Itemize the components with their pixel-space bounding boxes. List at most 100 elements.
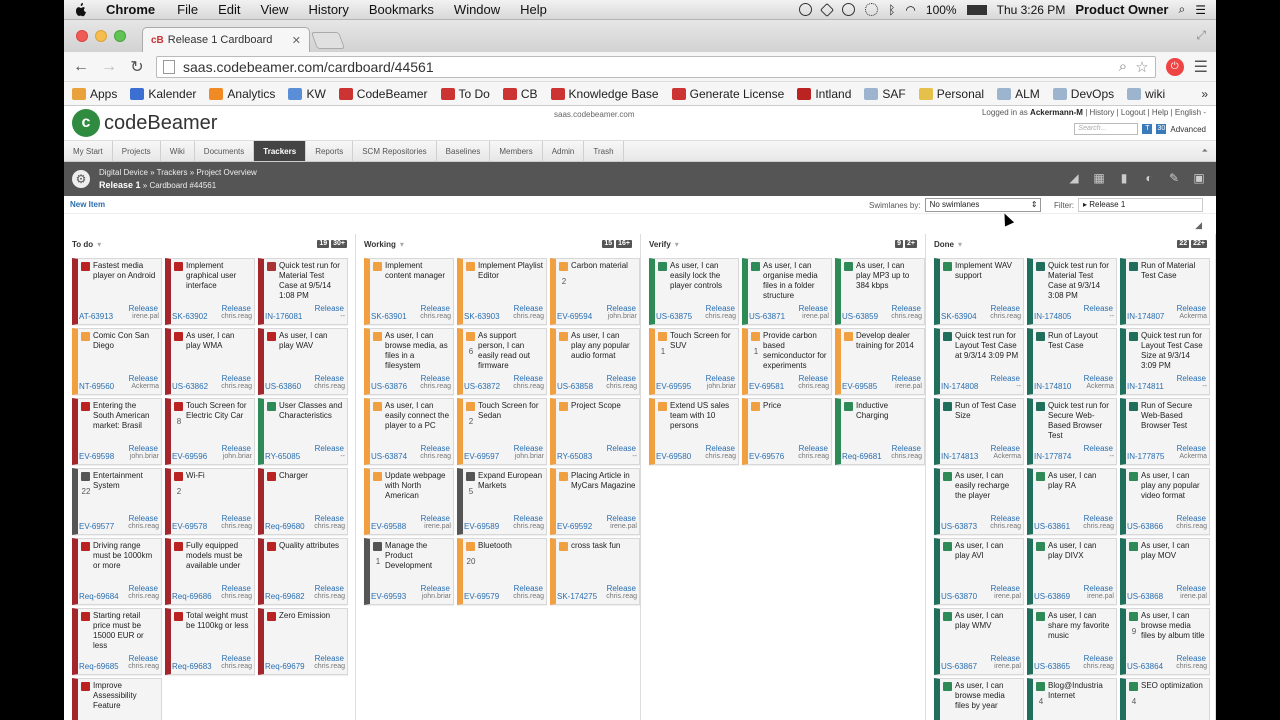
card-title[interactable]: Run of Test Case Size — [955, 401, 1020, 443]
nav-trackers[interactable]: Trackers — [254, 141, 307, 161]
card-owner[interactable]: chris.reag — [119, 592, 159, 602]
card[interactable]: · · · As user, I can play WMV US-63867 Releas… — [934, 608, 1024, 675]
card-owner[interactable]: chris.reag — [212, 382, 252, 392]
card-owner[interactable]: -- — [305, 312, 345, 322]
card[interactable]: · · · Price EV-69576 Release chris.reag — [742, 398, 832, 465]
card-title[interactable]: Entering the South American market: Bras… — [93, 401, 158, 443]
card-owner[interactable]: irene.pal — [981, 592, 1021, 602]
column-menu-icon[interactable]: ▾ — [675, 240, 679, 249]
bookmark-kw[interactable]: KW — [288, 87, 326, 101]
close-window-button[interactable] — [76, 30, 88, 42]
drag-handle-icon[interactable]: · · · — [551, 289, 553, 298]
card[interactable]: · · · Project Scope RY-65083 Release -- — [550, 398, 640, 465]
card[interactable]: · · · Quality attributes Req-69682 Release chr… — [258, 538, 348, 605]
drag-handle-icon[interactable]: · · · — [458, 429, 460, 438]
minimize-window-button[interactable] — [95, 30, 107, 42]
card[interactable]: · · · Run of Secure Web-Based Browser Test I… — [1120, 398, 1210, 465]
card-owner[interactable]: chris.reag — [981, 312, 1021, 322]
drag-handle-icon[interactable]: · · · — [73, 359, 75, 368]
drag-handle-icon[interactable]: · · · — [836, 289, 838, 298]
resize-icon[interactable]: ◢ — [1195, 220, 1202, 231]
card-owner[interactable]: john.briar — [696, 382, 736, 392]
card-owner[interactable]: chris.reag — [1074, 522, 1114, 532]
card-title[interactable]: Develop dealer training for 2014 — [856, 331, 921, 373]
card-title[interactable]: Wi-Fi — [186, 471, 251, 513]
drag-handle-icon[interactable]: · · · — [458, 359, 460, 368]
card-owner[interactable]: john.briar — [119, 452, 159, 462]
drag-handle-icon[interactable]: · · · — [166, 569, 168, 578]
card-owner[interactable]: chris.reag — [411, 312, 451, 322]
card-title[interactable]: As user, I can browse media, as files in… — [385, 331, 450, 373]
card-title[interactable]: Quick test run for Material Test Case at… — [1048, 261, 1113, 303]
drag-handle-icon[interactable]: · · · — [259, 569, 261, 578]
column-menu-icon[interactable]: ▾ — [958, 240, 962, 249]
nav-admin[interactable]: Admin — [543, 141, 585, 161]
drag-handle-icon[interactable]: · · · — [935, 499, 937, 508]
card-title[interactable]: As user, I can easily lock the player co… — [670, 261, 735, 303]
card-title[interactable]: As user, I can play AVI — [955, 541, 1020, 583]
drag-handle-icon[interactable]: · · · — [935, 429, 937, 438]
card-owner[interactable]: chris.reag — [789, 382, 829, 392]
card[interactable]: · · · As support person, I can easily read … — [457, 328, 547, 395]
card[interactable]: · · · Update webpage with North American EV-… — [364, 468, 454, 535]
drag-handle-icon[interactable]: · · · — [1028, 499, 1030, 508]
pencil-icon[interactable]: ✎ — [1167, 171, 1181, 185]
card-owner[interactable]: chris.reag — [882, 452, 922, 462]
card-title[interactable]: Bluetooth — [478, 541, 543, 583]
card[interactable]: · · · As user, I can browse media, as files… — [364, 328, 454, 395]
card[interactable]: · · · As user, I can share my favorite musi… — [1027, 608, 1117, 675]
card-title[interactable]: Touch Screen for Electric City Car — [186, 401, 251, 443]
card-owner[interactable]: chris.reag — [212, 312, 252, 322]
nav-projects[interactable]: Projects — [113, 141, 161, 161]
card-title[interactable]: Run of Material Test Case — [1141, 261, 1206, 303]
card-title[interactable]: SEO optimization — [1141, 681, 1206, 720]
drag-handle-icon[interactable]: · · · — [365, 499, 367, 508]
bookmark-cb[interactable]: CB — [502, 87, 538, 101]
menu-window[interactable]: Window — [454, 2, 500, 17]
card[interactable]: · · · As user, I can play any popular video… — [1120, 468, 1210, 535]
forward-button[interactable]: → — [100, 58, 118, 76]
card-title[interactable]: Inductive Charging — [856, 401, 921, 443]
nav-documents[interactable]: Documents — [195, 141, 255, 161]
bookmark-codebeamer[interactable]: CodeBeamer — [338, 87, 428, 101]
card-owner[interactable]: chris.reag — [305, 382, 345, 392]
nav-baselines[interactable]: Baselines — [437, 141, 491, 161]
drag-handle-icon[interactable]: · · · — [1028, 709, 1030, 718]
drag-handle-icon[interactable]: · · · — [1121, 499, 1123, 508]
card-owner[interactable]: john.briar — [597, 312, 637, 322]
record-icon[interactable] — [799, 3, 813, 16]
drag-handle-icon[interactable]: · · · — [365, 429, 367, 438]
bookmark-analytics[interactable]: Analytics — [209, 87, 275, 101]
card-title[interactable]: Placing Article in MyCars Magazine — [571, 471, 636, 513]
card[interactable]: · · · Implement WAV support SK-63904 Release c… — [934, 258, 1024, 325]
drag-handle-icon[interactable]: · · · — [166, 429, 168, 438]
card-owner[interactable]: chris.reag — [212, 592, 252, 602]
card[interactable]: · · · Develop dealer training for 2014 EV-69… — [835, 328, 925, 395]
chart-icon[interactable]: ▮ — [1117, 171, 1131, 185]
card-title[interactable]: Comic Con San Diego — [93, 331, 158, 373]
card-title[interactable]: Total weight must be 1100kg or less — [186, 611, 251, 653]
nav-members[interactable]: Members — [490, 141, 543, 161]
drag-handle-icon[interactable]: · · · — [836, 359, 838, 368]
drag-handle-icon[interactable]: · · · — [743, 289, 745, 298]
card-title[interactable]: As user, I can play any popular video fo… — [1141, 471, 1206, 513]
drag-handle-icon[interactable]: · · · — [458, 569, 460, 578]
drag-handle-icon[interactable]: · · · — [650, 429, 652, 438]
card-owner[interactable]: irene.pal — [981, 662, 1021, 672]
card-owner[interactable]: -- — [1074, 452, 1114, 462]
column-title[interactable]: Verify — [649, 240, 671, 249]
card-title[interactable]: Run of Secure Web-Based Browser Test — [1141, 401, 1206, 443]
card-owner[interactable]: chris.reag — [789, 452, 829, 462]
drag-handle-icon[interactable]: · · · — [1121, 359, 1123, 368]
zoom-window-button[interactable] — [114, 30, 126, 42]
extension-icon[interactable]: ⏻ — [1165, 57, 1184, 76]
drag-handle-icon[interactable]: · · · — [259, 359, 261, 368]
drag-handle-icon[interactable]: · · · — [1028, 569, 1030, 578]
card[interactable]: · · · Manage the Product Development 1 EV-695… — [364, 538, 454, 605]
card[interactable]: · · · Implement Playlist Editor SK-63903 Rele… — [457, 258, 547, 325]
card-owner[interactable]: chris.reag — [305, 522, 345, 532]
card-owner[interactable]: john.briar — [212, 452, 252, 462]
drag-handle-icon[interactable]: · · · — [650, 359, 652, 368]
card-title[interactable]: Quick test run for Layout Test Case at 9… — [955, 331, 1020, 373]
card-owner[interactable]: irene.pal — [1167, 592, 1207, 602]
